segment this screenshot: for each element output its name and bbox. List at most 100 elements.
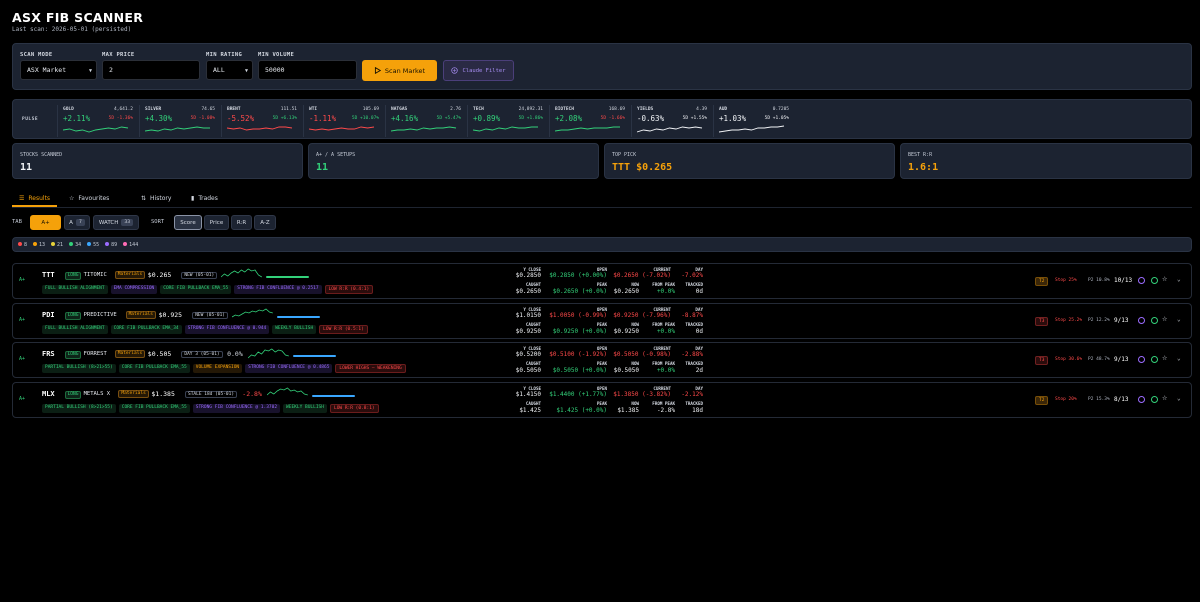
ticker[interactable]: FRS: [42, 350, 55, 358]
chevron-down-icon[interactable]: ⌄: [1177, 395, 1181, 402]
tab-watch-count: 33: [121, 219, 134, 226]
add-trade-icon[interactable]: [1151, 277, 1158, 284]
col-peak-head: PEAK: [596, 321, 607, 327]
tab-watch-button[interactable]: WATCH 33: [93, 215, 139, 230]
sector-badge: Materials: [125, 310, 156, 319]
col-frompeak-head: FROM PEAK: [652, 361, 675, 366]
add-trade-icon[interactable]: [1151, 395, 1158, 403]
claude-filter-label: Claude Filter: [462, 67, 506, 74]
sector-badge: Materials: [118, 389, 149, 398]
from-peak-value: +0.0%: [656, 288, 675, 295]
status-badge: STALE 18d (05-01): [185, 390, 238, 398]
company-name: METALS X: [83, 390, 111, 397]
pulse-card-natgas: NATGAS 2.76 +4.16% 5D +5.47%: [385, 105, 467, 137]
pulse-5d-change: 5D -1.36%: [108, 116, 133, 121]
score: 9/13: [1114, 316, 1129, 324]
add-trade-icon[interactable]: [1151, 356, 1158, 363]
peak-value: $0.9250 (+0.0%): [552, 327, 607, 335]
p2-target: P2 10.8%: [1088, 278, 1110, 283]
price-sparkline: [267, 387, 309, 395]
stock-row-mlx[interactable]: A+ MLX LONG METALS X Materials $1.385 ST…: [12, 381, 1192, 418]
col-caught-head: CAUGHT: [525, 400, 541, 406]
long-badge: LONG: [64, 272, 82, 280]
ai-analysis-icon[interactable]: [1138, 356, 1145, 363]
signal-tag: FULL BULLISH ALIGNMENT: [42, 324, 108, 334]
fib-level-bar: [266, 276, 310, 278]
sort-rr-button[interactable]: R:R: [231, 215, 252, 230]
sort-price-button[interactable]: Price: [204, 215, 229, 230]
sort-score-label: Score: [180, 219, 196, 226]
ai-analysis-icon[interactable]: [1138, 395, 1145, 403]
pulse-change: +2.08%: [555, 114, 583, 123]
sort-label: SORT: [151, 219, 165, 225]
tab-filter-label: TAB: [12, 219, 22, 225]
p2-target: P2 48.7%: [1088, 357, 1110, 362]
top-pick-label: TOP PICK: [612, 152, 637, 158]
sort-az-button[interactable]: A-Z: [254, 215, 276, 230]
tab-favourites[interactable]: ☆ Favourites: [69, 195, 109, 202]
favourite-star-icon[interactable]: ☆: [1162, 393, 1167, 403]
caught-value: $1.425: [519, 406, 541, 414]
grade-badge: A+: [19, 395, 26, 402]
col-now-head: NOW: [631, 282, 639, 287]
col-peak-head: PEAK: [596, 361, 607, 366]
stock-row-ttt[interactable]: A+ TTT LONG TITOMIC Materials $0.265 NEW…: [12, 263, 1192, 299]
pulse-price: 74.65: [201, 107, 215, 112]
signal-tags: PARTIAL BULLISH (8>21>55) CORE FIB PULLBA…: [42, 364, 406, 373]
legend-item-8: 8: [18, 241, 27, 248]
pulse-sparkline: [145, 126, 210, 132]
min-rating-select[interactable]: ALL ▼: [206, 60, 253, 80]
chevron-down-icon[interactable]: ⌄: [1177, 355, 1181, 362]
fib-level-bar: [277, 315, 321, 318]
pulse-sparkline: [63, 126, 129, 133]
signal-tags: FULL BULLISH ALIGNMENT CORE FIB PULLBACK …: [42, 324, 368, 334]
sort-score-button[interactable]: Score: [174, 215, 202, 230]
chevron-down-icon: ▼: [244, 68, 248, 74]
signal-tag: EMA COMPRESSION: [110, 285, 158, 294]
app-title: ASX FIB SCANNER: [12, 10, 144, 25]
favourite-star-icon[interactable]: ☆: [1162, 353, 1167, 363]
best-rr-value: 1.6:1: [908, 162, 939, 173]
current-value: $0.9250 (-7.96%): [613, 311, 671, 319]
max-price-input[interactable]: 2: [102, 60, 200, 80]
ticker[interactable]: TTT: [42, 271, 55, 279]
tab-a-button[interactable]: A7: [64, 215, 90, 230]
score: 8/13: [1114, 395, 1129, 403]
score: 10/13: [1114, 277, 1133, 284]
scan-mode-select[interactable]: ASX Market ▼: [20, 60, 97, 80]
ticker[interactable]: MLX: [42, 390, 55, 398]
pulse-sparkline: [637, 126, 703, 133]
min-volume-input[interactable]: 50000: [258, 60, 357, 80]
tab-results[interactable]: ☰ Results: [19, 195, 50, 202]
pulse-name: TECH: [473, 107, 484, 112]
add-trade-icon[interactable]: [1151, 316, 1158, 324]
setups-card: A+ / A SETUPS 11: [308, 143, 599, 179]
chevron-down-icon[interactable]: ⌄: [1177, 316, 1181, 323]
change-since-caught: -2.8%: [242, 389, 262, 398]
favourite-star-icon[interactable]: ☆: [1162, 314, 1167, 324]
ticker[interactable]: PDI: [42, 311, 55, 319]
tab-history[interactable]: ⇅ History: [141, 195, 171, 202]
now-value: $0.5050: [613, 367, 639, 374]
ai-analysis-icon[interactable]: [1138, 316, 1145, 324]
pulse-5d-change: 5D +1.05%: [764, 116, 789, 121]
favourite-star-icon[interactable]: ☆: [1162, 274, 1167, 284]
pulse-change: -5.52%: [227, 114, 255, 123]
ai-analysis-icon[interactable]: [1138, 277, 1145, 284]
pulse-name: AUD: [719, 107, 728, 112]
tab-trades[interactable]: ▮ Trades: [191, 195, 218, 202]
pulse-price: 24,892.31: [518, 107, 543, 112]
tab-aplus-button[interactable]: A+: [30, 215, 61, 230]
stop-level: Stop 30.6%: [1055, 357, 1083, 362]
scan-mode-label: SCAN MODE: [20, 52, 53, 58]
scan-market-button[interactable]: Scan Market: [362, 60, 437, 81]
chart-icon: ▮: [191, 195, 195, 202]
col-frompeak-head: FROM PEAK: [652, 321, 675, 327]
claude-filter-button[interactable]: Claude Filter: [443, 60, 514, 81]
min-volume-value: 50000: [265, 66, 285, 74]
stock-row-frs[interactable]: A+ FRS LONG FORREST Materials $0.505 DAY…: [12, 342, 1192, 378]
stock-row-pdi[interactable]: A+ PDI LONG PREDICTIVE Materials $0.925 …: [12, 302, 1192, 339]
chevron-down-icon[interactable]: ⌄: [1177, 276, 1181, 283]
grade-badge: A+: [19, 316, 26, 323]
legend-item-21: 21: [51, 241, 63, 248]
